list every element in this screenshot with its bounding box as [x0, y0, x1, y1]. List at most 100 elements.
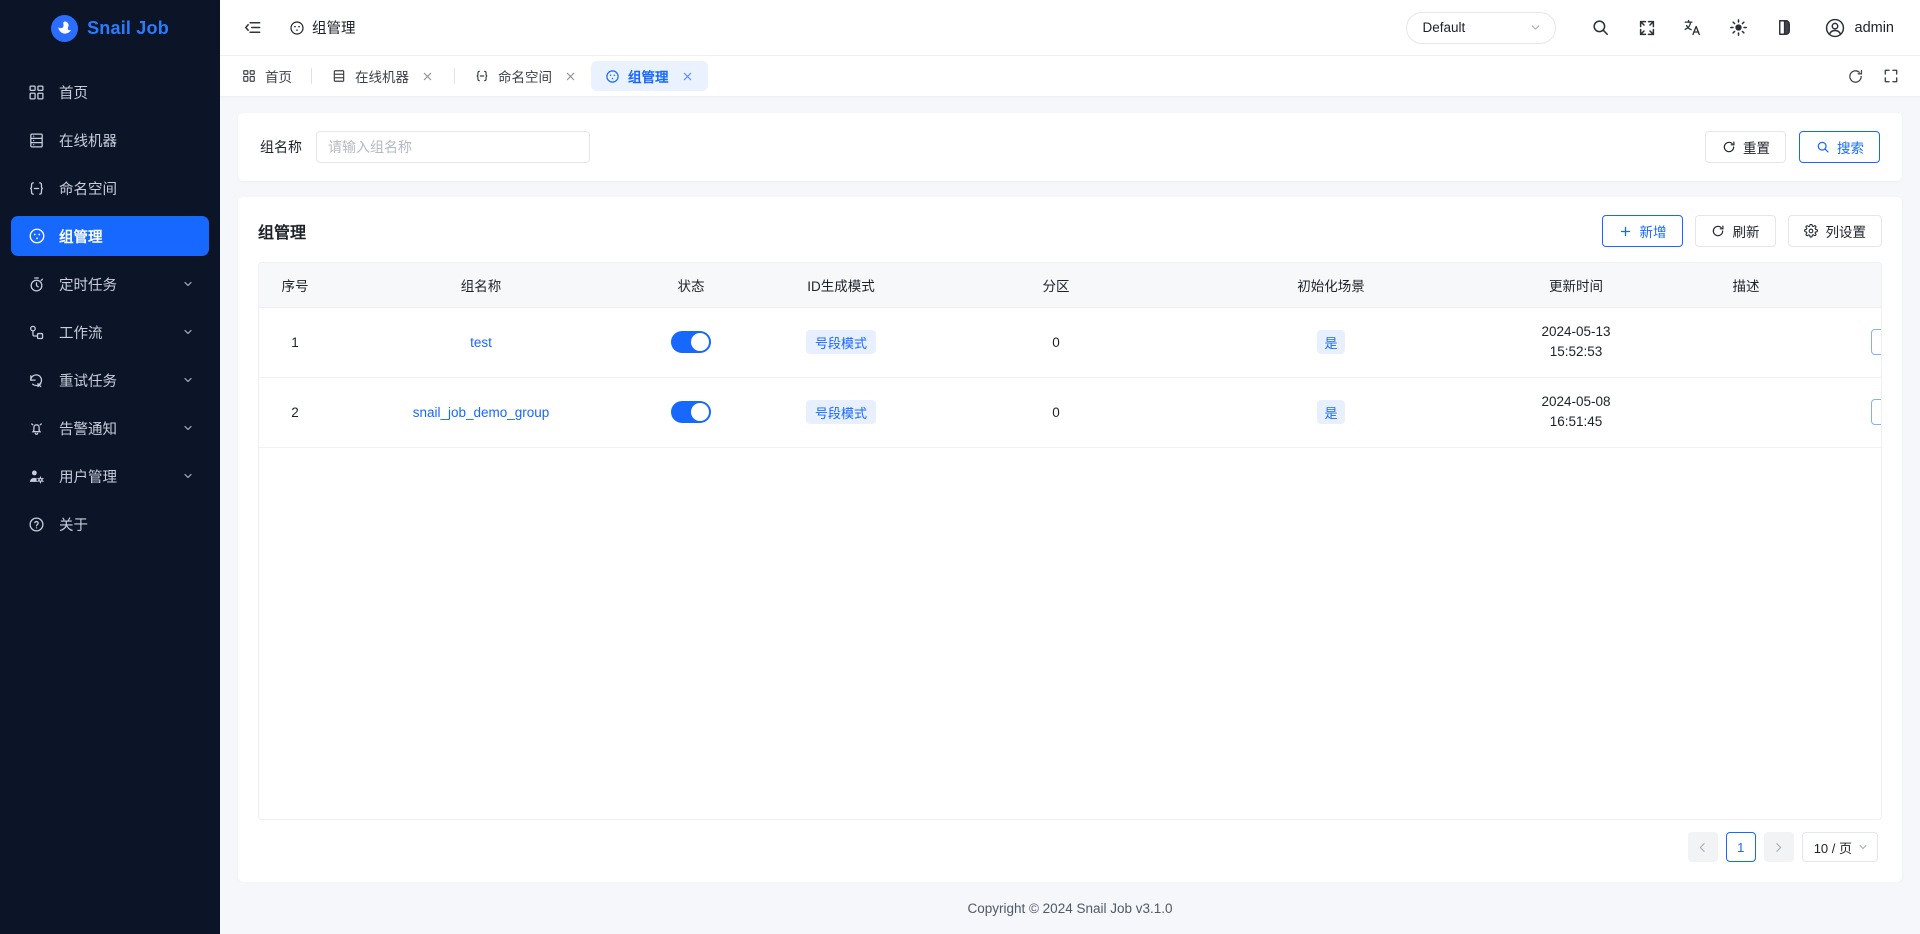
close-icon[interactable]	[420, 69, 435, 84]
chevron-left-icon	[1696, 841, 1709, 854]
question-circle-icon	[27, 515, 46, 534]
close-icon[interactable]	[563, 69, 578, 84]
tab-group-management[interactable]: 组管理	[591, 61, 708, 91]
chevron-down-icon	[182, 326, 194, 338]
sidebar-item-home[interactable]: 首页	[11, 72, 209, 112]
edit-button[interactable]: 编辑	[1870, 329, 1881, 355]
update-clock: 15:52:53	[1549, 344, 1603, 359]
search-panel: 组名称 重置	[238, 113, 1902, 181]
gear-icon	[1804, 224, 1819, 239]
cell-update-time: 2024-05-08 16:51:45	[1481, 377, 1671, 448]
tab-bar: 首页 在线机器 命名空间 组管理	[220, 56, 1920, 97]
sidebar-item-label: 告警通知	[59, 421, 117, 438]
fullscreen-icon[interactable]	[1876, 61, 1906, 91]
bell-alert-icon	[27, 419, 46, 438]
cell-partition: 0	[931, 377, 1181, 448]
table-action-buttons: 新增 刷新 列设置	[1601, 215, 1882, 247]
sidebar-logo[interactable]: Snail Job	[0, 0, 220, 56]
sidebar: Snail Job 首页 在线机器 命名空间 组管理 定时任务 工作流 重试任务…	[0, 0, 220, 934]
toggle-knob	[691, 333, 709, 351]
user-name: admin	[1854, 19, 1895, 36]
sidebar-item-group-management[interactable]: 组管理	[11, 216, 209, 256]
table-row: 2 snail_job_demo_group 号段模式 0 是 2024-05-…	[259, 377, 1881, 448]
cell-seq: 2	[259, 377, 331, 448]
braces-icon	[27, 179, 46, 198]
table-row: 1 test 号段模式 0 是 2024-05-13 15:52:53	[259, 307, 1881, 378]
sidebar-item-label: 关于	[59, 517, 88, 534]
search-icon[interactable]	[1584, 11, 1618, 45]
cell-status	[631, 377, 751, 448]
pagination-next-button[interactable]	[1763, 832, 1794, 862]
tab-divider	[311, 68, 312, 84]
tab-label: 在线机器	[355, 70, 409, 85]
copyright-text: Copyright © 2024 Snail Job v3.1.0	[967, 900, 1173, 916]
sidebar-item-scheduled-jobs[interactable]: 定时任务	[11, 264, 209, 304]
chevron-down-icon	[1857, 841, 1869, 853]
menu-collapse-icon[interactable]	[238, 14, 266, 42]
theme-setting-icon[interactable]	[1768, 11, 1802, 45]
tab-home[interactable]: 首页	[228, 61, 305, 91]
tab-divider	[454, 68, 455, 84]
search-input[interactable]	[316, 131, 590, 163]
edit-button[interactable]: 编辑	[1870, 399, 1881, 425]
pagination-page-1[interactable]: 1	[1725, 832, 1756, 862]
group-icon	[27, 227, 46, 246]
search-icon	[1815, 140, 1830, 155]
status-toggle[interactable]	[671, 331, 711, 353]
search-button[interactable]: 搜索	[1799, 131, 1880, 163]
page-size-select[interactable]: 10 / 页	[1801, 832, 1878, 862]
translate-icon[interactable]	[1676, 11, 1710, 45]
sidebar-item-user-management[interactable]: 用户管理	[11, 456, 209, 496]
close-icon[interactable]	[680, 69, 695, 84]
sidebar-item-alert-notification[interactable]: 告警通知	[11, 408, 209, 448]
reset-button[interactable]: 重置	[1705, 131, 1786, 163]
dashboard-icon	[241, 68, 257, 84]
group-name-link[interactable]: test	[470, 335, 492, 350]
status-toggle[interactable]	[671, 401, 711, 423]
group-name-link[interactable]: snail_job_demo_group	[413, 405, 550, 420]
cell-mode: 号段模式	[751, 307, 931, 378]
refresh-icon	[1711, 224, 1726, 239]
refresh-button[interactable]: 刷新	[1694, 215, 1776, 247]
column-header-seq: 序号	[259, 263, 331, 308]
sidebar-item-label: 组管理	[59, 229, 103, 246]
plus-icon	[1618, 224, 1633, 239]
init-scene-tag: 是	[1317, 400, 1345, 424]
refresh-icon	[1721, 140, 1736, 155]
column-settings-button[interactable]: 列设置	[1787, 215, 1882, 247]
sidebar-item-namespace[interactable]: 命名空间	[11, 168, 209, 208]
pagination-prev-button[interactable]	[1687, 832, 1718, 862]
sidebar-item-retry-jobs[interactable]: 重试任务	[11, 360, 209, 400]
update-clock: 16:51:45	[1549, 414, 1603, 429]
user-menu[interactable]: admin	[1818, 13, 1901, 43]
init-scene-tag: 是	[1317, 330, 1345, 354]
user-circle-icon	[1824, 17, 1846, 39]
page-content: 组名称 重置	[220, 97, 1920, 882]
sidebar-item-about[interactable]: 关于	[11, 504, 209, 544]
breadcrumb-label: 组管理	[312, 21, 356, 37]
sidebar-item-label: 在线机器	[59, 133, 117, 150]
refresh-icon[interactable]	[1840, 61, 1870, 91]
add-button-label: 新增	[1639, 225, 1667, 240]
chevron-right-icon	[1772, 841, 1785, 854]
column-header-name: 组名称	[331, 263, 631, 308]
sidebar-item-workflow[interactable]: 工作流	[11, 312, 209, 352]
reset-button-label: 重置	[1743, 141, 1770, 156]
sun-theme-icon[interactable]	[1722, 11, 1756, 45]
add-button[interactable]: 新增	[1601, 215, 1683, 247]
top-header: 组管理 Default admin	[220, 0, 1920, 56]
tab-online-machines[interactable]: 在线机器	[318, 61, 448, 91]
group-icon	[604, 68, 620, 84]
project-select[interactable]: Default	[1405, 11, 1556, 44]
tab-namespace[interactable]: 命名空间	[461, 61, 591, 91]
table-body: 1 test 号段模式 0 是 2024-05-13 15:52:53 2 sn…	[259, 307, 1881, 448]
sidebar-item-label: 定时任务	[59, 277, 117, 294]
table-header: 序号 组名称 状态 ID生成模式 分区 初始化场景 更新时间 描述 操作	[259, 263, 1881, 308]
tab-label: 首页	[265, 70, 292, 85]
fullscreen-icon[interactable]	[1630, 11, 1664, 45]
chevron-down-icon	[182, 422, 194, 434]
sidebar-item-online-machines[interactable]: 在线机器	[11, 120, 209, 160]
tab-bar-actions	[1840, 61, 1906, 91]
page-footer: Copyright © 2024 Snail Job v3.1.0	[220, 882, 1920, 934]
braces-icon	[474, 68, 490, 84]
